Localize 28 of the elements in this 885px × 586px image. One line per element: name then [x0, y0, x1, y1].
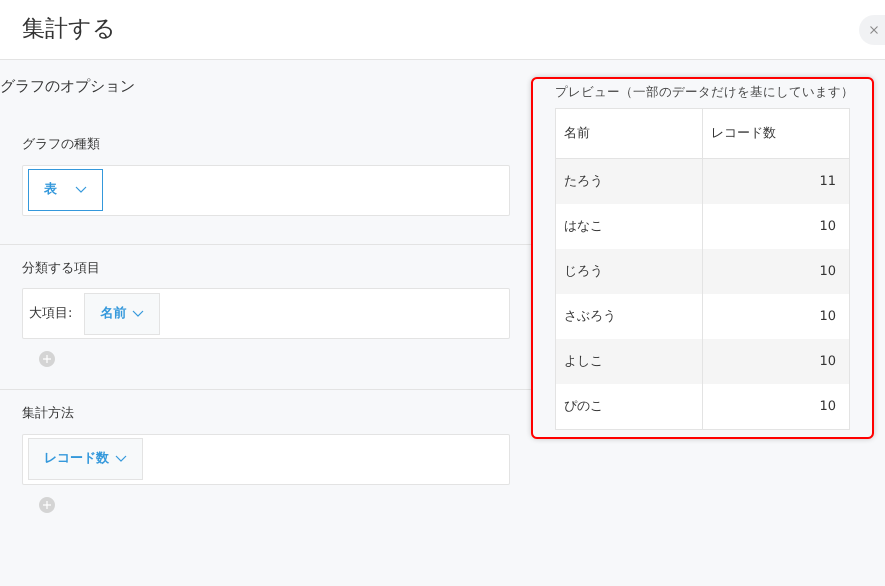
table-cell-text: 10 [818, 308, 837, 326]
section-heading: グラフのオプション [0, 76, 136, 97]
caret-icon [75, 186, 87, 194]
caret-icon [115, 455, 127, 463]
column-header: レコード数 [710, 124, 777, 142]
dialog-title: 集計する [21, 15, 116, 44]
table-cell-text: 10 [818, 398, 837, 416]
caret-icon [132, 310, 144, 318]
dropdown[interactable]: 名前 [84, 292, 160, 334]
field-label: 集計方法 [22, 405, 75, 423]
plus-icon [43, 355, 51, 363]
table-cell-text: 11 [818, 172, 837, 190]
field-label: 分類する項目 [22, 260, 101, 278]
add-button[interactable] [39, 351, 55, 367]
table-cell: ぴのこ [556, 384, 703, 429]
dropdown[interactable]: レコード数 [28, 438, 143, 480]
table-cell-text: 10 [818, 262, 837, 280]
field-label: グラフの種類 [22, 136, 101, 154]
column-header: 名前 [556, 108, 703, 158]
table-cell-text: 10 [818, 352, 837, 370]
field-label: 大項目: [29, 304, 72, 323]
preview-title: プレビュー（一部のデータだけを基にしています） [555, 83, 850, 101]
plus-icon [43, 500, 51, 508]
dropdown[interactable]: 表 [28, 169, 103, 211]
add-button[interactable] [39, 496, 55, 512]
table-cell-text: 10 [818, 218, 837, 236]
close-button[interactable] [859, 14, 885, 44]
close-icon [870, 26, 878, 34]
